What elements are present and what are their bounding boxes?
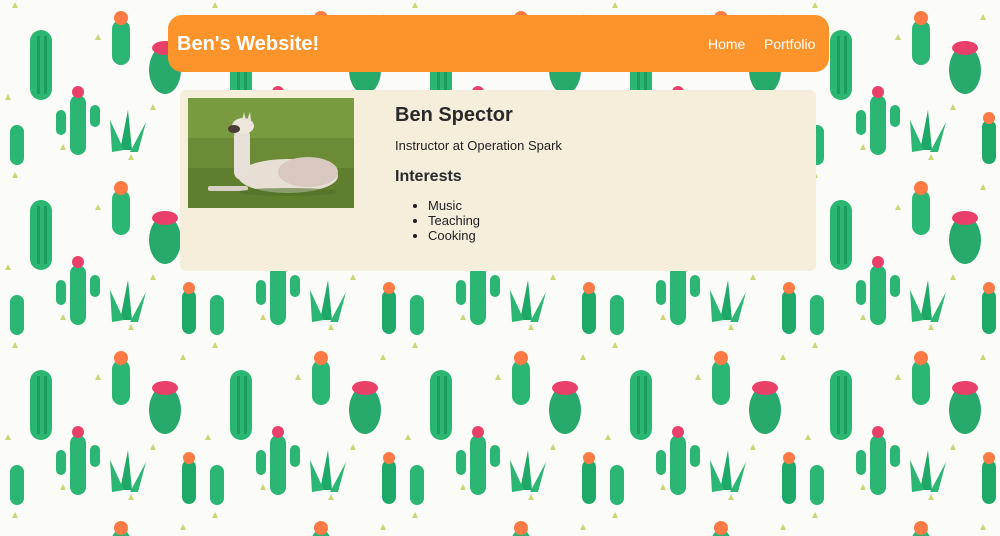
list-item: Music: [428, 198, 480, 213]
profile-card: Ben Spector Instructor at Operation Spar…: [180, 90, 816, 271]
nav-link-portfolio[interactable]: Portfolio: [764, 35, 815, 53]
list-item: Cooking: [428, 228, 480, 243]
list-item: Teaching: [428, 213, 480, 228]
nav-link-home[interactable]: Home: [708, 35, 745, 53]
profile-subtitle: Instructor at Operation Spark: [395, 138, 562, 153]
interests-list: Music Teaching Cooking: [410, 198, 480, 243]
site-header: Ben's Website! Home Portfolio: [168, 15, 829, 72]
llama-photo: [188, 98, 354, 208]
site-title[interactable]: Ben's Website!: [177, 32, 319, 56]
interests-heading: Interests: [395, 168, 462, 185]
profile-name: Ben Spector: [395, 104, 513, 126]
